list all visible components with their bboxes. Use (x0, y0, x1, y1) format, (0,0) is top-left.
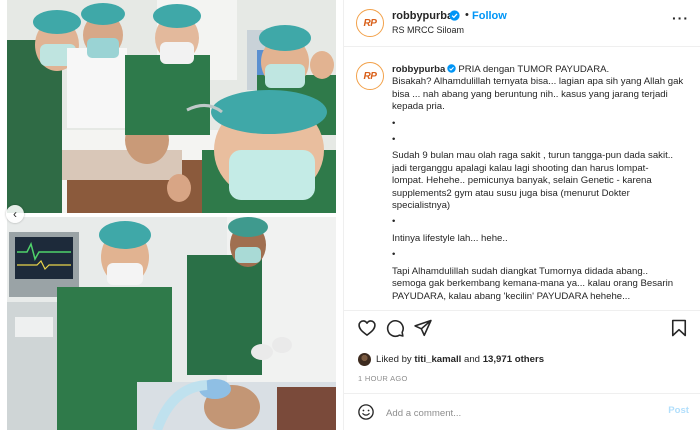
caption-line: bisa ... nah abang yang beruntung nih.. … (392, 88, 668, 100)
author-username[interactable]: robbypurba (392, 10, 453, 22)
post-timestamp[interactable]: 1 HOUR AGO (358, 374, 408, 383)
likes-conjunction: and (464, 353, 481, 365)
caption-bullet: • (392, 117, 396, 129)
likes-summary[interactable]: Liked by titi_kamall and 13,971 others (358, 352, 544, 366)
caption-line: lompat. Hehehe.. pemicunya banyak, selai… (392, 175, 652, 187)
avatar-initials: RP (363, 70, 377, 82)
caption-text: robbypurba PRIA dengan TUMOR PAYUDARA. Bi… (392, 64, 688, 303)
caption-line: kepada pria. (392, 101, 445, 113)
caption-line: Sudah 9 bulan mau olah raga sakit , turu… (392, 150, 674, 162)
paper-plane-icon[interactable] (413, 318, 433, 338)
separator-dot: • (465, 9, 469, 21)
liker-avatar[interactable] (358, 352, 371, 366)
post-header: RP robbypurba • Follow RS MRCC Siloam ··… (344, 0, 700, 47)
caption-bullet: • (392, 216, 396, 228)
carousel-prev-button[interactable]: ‹ (6, 205, 24, 223)
post-media[interactable]: ‹ (0, 0, 343, 430)
more-options-button[interactable]: ··· (672, 10, 689, 26)
comment-bubble-icon[interactable] (385, 318, 405, 338)
photo-operating-room (7, 217, 336, 430)
comment-input[interactable] (386, 405, 646, 421)
caption-username[interactable]: robbypurba (392, 64, 445, 75)
post-sidebar: RP robbypurba • Follow RS MRCC Siloam ··… (343, 0, 700, 430)
caption-line: Bisakah? Alhamdulillah ternyata bisa... … (392, 76, 684, 88)
caption-line-text: PRIA dengan TUMOR PAYUDARA. (458, 64, 610, 75)
caption-line: jadi terganggu apalagi kalau lagi shooti… (392, 162, 649, 174)
caption-scroll-area[interactable]: RP robbypurba PRIA dengan TUMOR PAYUDARA.… (344, 48, 700, 311)
likes-others-count[interactable]: 13,971 others (483, 354, 544, 365)
comment-bar: Post (344, 393, 700, 430)
avatar[interactable]: RP (356, 9, 384, 37)
caption-avatar[interactable]: RP (356, 62, 384, 90)
caption-line: Tapi Alhamdulillah sudah diangkat Tumorn… (392, 265, 649, 277)
photo-medical-team-selfie (7, 0, 336, 213)
verified-badge-icon (449, 10, 460, 21)
liker-username[interactable]: titi_kamall (414, 354, 461, 365)
bookmark-icon[interactable] (669, 318, 689, 338)
caption-bullet: • (392, 134, 396, 146)
caption-line: PAYUDARA, kalau abang 'kecilin' PAYUDARA… (392, 290, 631, 302)
caption-line: supplements2 gym atau susu juga bisa (me… (392, 187, 630, 199)
caption-bullet: • (392, 249, 396, 261)
smiley-icon[interactable] (357, 403, 375, 421)
location-link[interactable]: RS MRCC Siloam (392, 25, 464, 35)
post-comment-button[interactable]: Post (668, 405, 689, 416)
caption-line: semoga gak berkembang kemana-mana ya... … (392, 278, 674, 290)
caption-line: Intinya lifestyle lah... hehe.. (392, 232, 508, 244)
caption-line: specialistnya) (392, 200, 451, 212)
caption-line: robbypurba PRIA dengan TUMOR PAYUDARA. (392, 64, 688, 76)
follow-button[interactable]: Follow (472, 10, 507, 22)
likes-prefix: Liked by (376, 353, 412, 365)
chevron-left-icon: ‹ (13, 207, 17, 221)
verified-badge-icon (447, 64, 457, 73)
action-bar (344, 318, 700, 344)
heart-icon[interactable] (357, 318, 377, 338)
avatar-initials: RP (363, 17, 377, 29)
